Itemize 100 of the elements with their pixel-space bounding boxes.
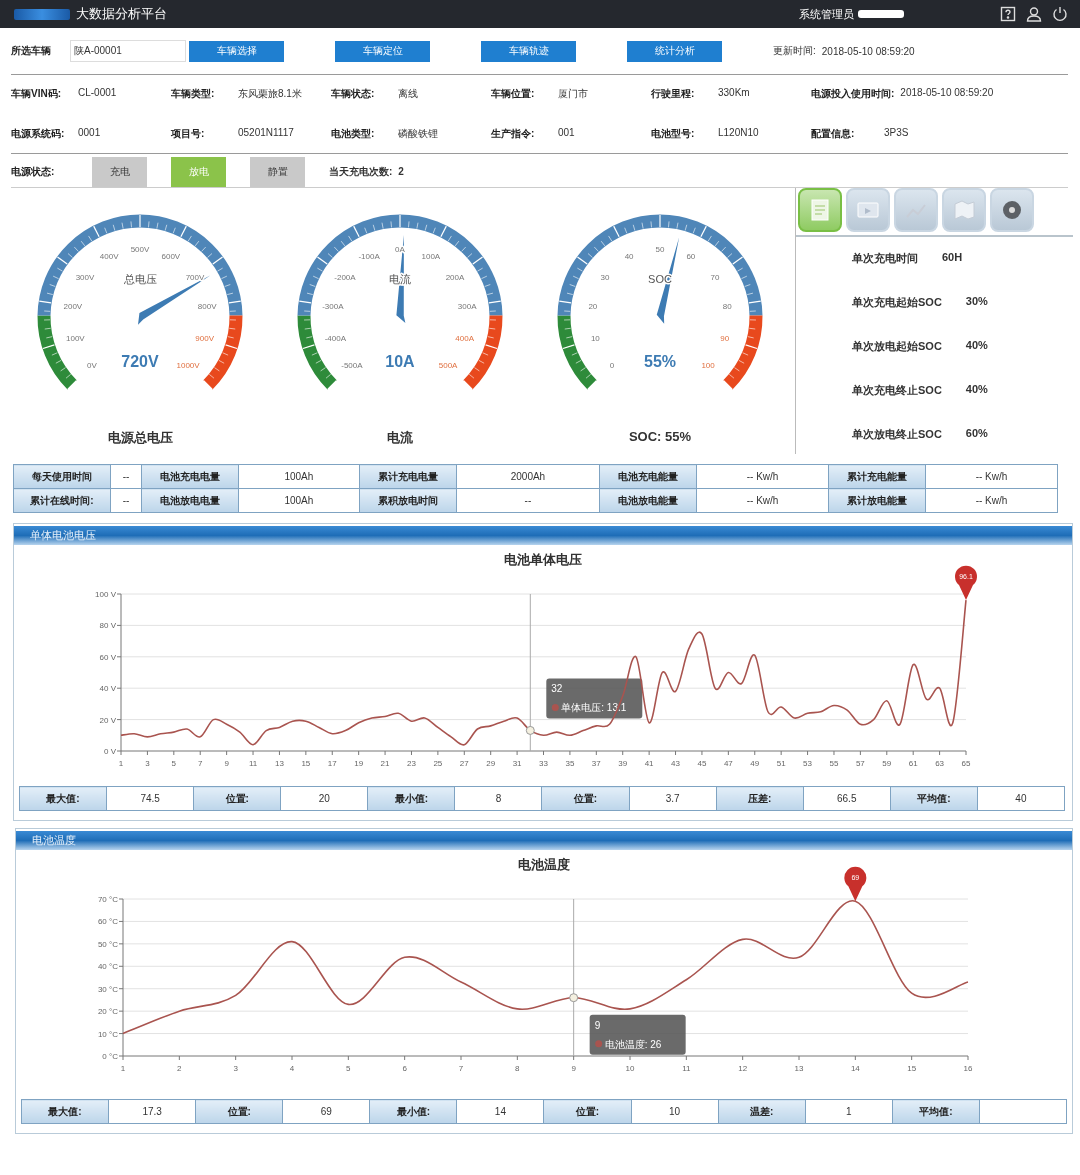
- dial-label: 40: [624, 252, 634, 262]
- axis-label: 3: [233, 1064, 238, 1073]
- axis-label: 5: [171, 759, 177, 768]
- axis-label: 47: [723, 759, 733, 768]
- axis-label: 39: [618, 759, 628, 768]
- gauge-caption: SOC: 55%: [628, 429, 692, 444]
- chart-title: 电池温度: [517, 856, 571, 874]
- axis-label: 13: [275, 759, 284, 768]
- axis-label: 7: [458, 1064, 464, 1073]
- update-label: 更新时间:: [773, 44, 816, 58]
- axis-label: 9: [224, 759, 229, 768]
- axis-label: 3: [145, 759, 150, 768]
- info-label: 车辆状态:: [331, 87, 376, 101]
- dial-label: 80: [722, 302, 732, 312]
- stat-label: 单次充电时间: [852, 251, 918, 266]
- axis-label: 1: [120, 1064, 126, 1073]
- info-label: 车辆VIN码:: [11, 87, 62, 101]
- axis-label: 70 °C: [97, 895, 118, 904]
- axis-label: 33: [539, 759, 548, 768]
- dial-label: -200A: [334, 273, 356, 283]
- dial-label: 70: [710, 273, 720, 283]
- dial-label: 0V: [87, 361, 97, 371]
- axis-label: 49: [750, 759, 760, 768]
- dial-label: 600V: [161, 252, 181, 262]
- info-value: 330Km: [718, 87, 750, 100]
- axis-label: 65: [961, 759, 971, 768]
- tooltip-text: 单体电压: 13.1: [561, 702, 627, 714]
- dial-label: 30: [600, 273, 610, 283]
- stat-value: 30%: [965, 295, 988, 309]
- dial-label: 400A: [455, 334, 474, 343]
- axis-label: 60 V: [99, 652, 116, 662]
- dial-label: 500A: [438, 361, 458, 371]
- axis-label: 40 V: [99, 684, 116, 694]
- dial-label: 900V: [195, 334, 214, 343]
- axis-label: 53: [803, 759, 812, 768]
- gauge-caption: 电流: [387, 429, 413, 447]
- info-value: 东风栗旅8.1米: [238, 87, 302, 101]
- dial-label: 100V: [66, 334, 85, 343]
- axis-label: 5: [346, 1064, 351, 1073]
- stat-value: 60H: [942, 251, 963, 265]
- axis-label: 20 V: [99, 715, 116, 725]
- info-label: 车辆类型:: [171, 87, 216, 101]
- axis-label: 16: [963, 1064, 973, 1073]
- dial-label: -100A: [358, 252, 380, 262]
- user-name: 系统管理员: [799, 6, 854, 22]
- chart-title: 电池单体电压: [503, 551, 583, 569]
- vehicle-label: 所选车辆: [11, 44, 52, 58]
- axis-label: 15: [301, 759, 311, 768]
- tooltip-text: 电池温度: 26: [604, 1038, 662, 1050]
- info-label: 生产指令:: [491, 127, 536, 141]
- dial-label: 800V: [197, 302, 217, 312]
- stat-label: 单次充电终止SOC: [852, 383, 942, 398]
- axis-label: 31: [512, 759, 522, 768]
- info-value: 2018-05-10 08:59:20: [900, 87, 994, 100]
- dial-label: 300A: [457, 302, 477, 312]
- stat-value: 60%: [965, 427, 988, 441]
- axis-label: 11: [682, 1064, 691, 1073]
- axis-label: 59: [882, 759, 892, 768]
- axis-label: 10: [625, 1064, 635, 1073]
- axis-label: 29: [486, 759, 496, 768]
- stat-label: 单次充电起始SOC: [852, 295, 942, 310]
- info-value: L120N10: [718, 127, 759, 140]
- axis-label: 14: [850, 1064, 860, 1073]
- info-value: 磷酸铁锂: [398, 127, 438, 141]
- info-label: 项目号:: [171, 127, 206, 141]
- axis-label: 61: [908, 759, 918, 768]
- info-value: 3P3S: [884, 127, 909, 140]
- axis-label: 0 V: [104, 747, 116, 756]
- axis-label: 9: [571, 1064, 576, 1073]
- dial-label: 60: [686, 252, 696, 262]
- dial-label: 1000V: [176, 361, 200, 371]
- axis-label: 0 °C: [102, 1052, 118, 1061]
- dial-label: -300A: [322, 302, 344, 312]
- dial-label: 10: [590, 334, 600, 343]
- dial-title: 总电压: [123, 273, 157, 285]
- axis-label: 25: [433, 759, 443, 768]
- dial-label: -400A: [324, 334, 346, 343]
- axis-label: 45: [697, 759, 707, 768]
- dial-reading: 720V: [121, 353, 159, 370]
- dial-label: 100A: [421, 252, 441, 262]
- axis-label: 63: [935, 759, 945, 768]
- stat-value: 40%: [965, 383, 988, 397]
- info-label: 电源投入使用时间:: [811, 87, 895, 101]
- info-label: 电池类型:: [331, 127, 376, 141]
- axis-label: 6: [402, 1064, 407, 1073]
- axis-label: 17: [327, 759, 337, 768]
- dial-label: 0: [609, 361, 615, 371]
- dial-label: 200A: [445, 273, 465, 283]
- axis-label: 2: [177, 1064, 182, 1073]
- update-time: 2018-05-10 08:59:20: [821, 45, 915, 57]
- axis-label: 37: [591, 759, 601, 768]
- dial-label: 50: [655, 245, 665, 254]
- info-value: 0001: [78, 127, 101, 140]
- axis-label: 7: [198, 759, 203, 768]
- axis-label: 40 °C: [97, 962, 118, 972]
- stat-label: 单次放电终止SOC: [852, 427, 942, 442]
- axis-label: 23: [407, 759, 416, 768]
- axis-label: 35: [565, 759, 575, 768]
- axis-label: 27: [459, 759, 469, 768]
- axis-label: 10 °C: [97, 1029, 118, 1039]
